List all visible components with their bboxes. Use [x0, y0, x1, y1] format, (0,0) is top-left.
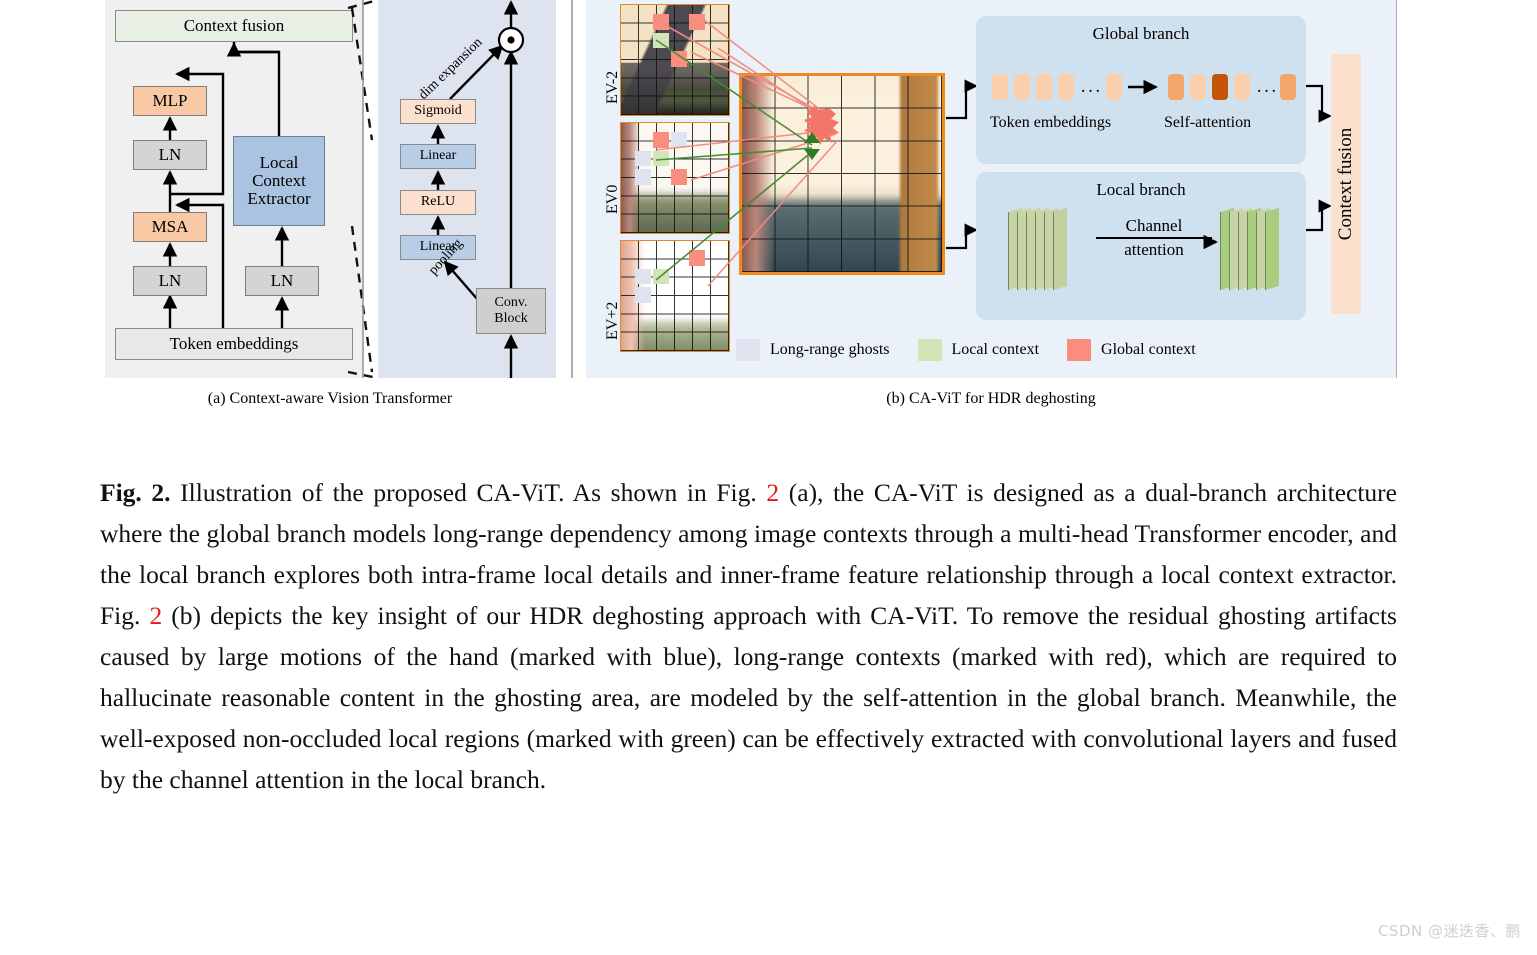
token-embedding-5: [1106, 74, 1122, 100]
block-sigmoid: Sigmoid: [400, 99, 476, 124]
ev0-local-cell: [653, 150, 670, 167]
ev0-ghost-cell-2: [671, 132, 688, 149]
reference-image-gridlines: [742, 76, 942, 272]
panel-c-cavit-hdr-deghosting: EV-2 EV0 EV+2 Global branch ··· ··· Toke…: [586, 0, 1396, 378]
self-attention-ellipsis: ···: [1256, 81, 1278, 102]
token-embedding-2: [1014, 74, 1030, 100]
channel-attention-label: Channel attention: [1096, 216, 1212, 259]
feature-stack-input: [1008, 207, 1070, 291]
block-linear-top: Linear: [400, 144, 476, 169]
token-embedding-3: [1036, 74, 1052, 100]
ev-plus2-local-cell: [653, 268, 670, 285]
caption-figure-ref: 2: [766, 478, 780, 507]
ev-plus2-ghost-cell-2: [635, 286, 652, 303]
token-embedding-4: [1058, 74, 1074, 100]
figure-caption: Fig. 2. Illustration of the proposed CA-…: [100, 472, 1397, 800]
block-local-context-extractor: Local Context Extractor: [233, 136, 325, 226]
panel-a-context-aware-vit: Context fusion MLP LN MSA LN LN Local Co…: [105, 0, 363, 378]
ev0-ghost-cell-1: [635, 150, 652, 167]
ev0-grid: [620, 122, 730, 234]
caption-text-run-0: Illustration of the proposed CA-ViT. As …: [170, 478, 767, 507]
token-embedding-1: [992, 74, 1008, 100]
block-conv-block: Conv. Block: [476, 288, 546, 334]
edge-label-dim-expansion: dim expansion: [416, 35, 486, 103]
global-branch-self-attention-label: Self-attention: [1164, 114, 1252, 131]
global-branch-arrow: [1128, 79, 1158, 95]
self-attention-token-2: [1190, 74, 1206, 100]
legend-swatch-local-context: [917, 339, 942, 361]
self-attention-token-5: [1280, 74, 1296, 100]
channel-attention-line2: attention: [1124, 239, 1184, 259]
reference-image-grid: [739, 73, 945, 275]
ev-minus2-global-cell-3: [671, 50, 688, 67]
context-fusion-bar: Context fusion: [1331, 54, 1361, 314]
caption-lead: Fig. 2.: [100, 478, 171, 507]
local-branch-box: Local branch Channel attention: [976, 172, 1306, 320]
block-ln-bottom-right: LN: [245, 266, 319, 296]
ev-plus2-grid: [620, 240, 730, 352]
block-ln-bottom-left: LN: [133, 266, 207, 296]
global-branch-title: Global branch: [1092, 24, 1190, 43]
block-context-fusion: Context fusion: [115, 10, 353, 42]
ev-minus2-local-cell: [653, 32, 670, 49]
legend-label-long-range-ghosts: Long-range ghosts: [770, 341, 890, 358]
context-fusion-bar-label: Context fusion: [1335, 127, 1356, 241]
block-msa: MSA: [133, 212, 207, 242]
legend-label-global-context: Global context: [1101, 341, 1196, 358]
ev-minus2-global-cell-2: [689, 14, 706, 31]
ev0-global-cell-2: [671, 168, 688, 185]
self-attention-token-1: [1168, 74, 1184, 100]
csdn-watermark: CSDN @迷迭香、鹏: [1377, 922, 1521, 940]
ev-plus2-ghost-cell-1: [635, 268, 652, 285]
block-mlp: MLP: [133, 86, 207, 116]
panel-c-legend: Long-range ghosts Local context Global c…: [736, 338, 1336, 362]
caption-text-run-4: (b) depicts the key insight of our HDR d…: [100, 601, 1397, 794]
conv-block-line2: Block: [494, 311, 528, 326]
legend-swatch-global-context: [1067, 339, 1092, 361]
ev0-ghost-cell-3: [635, 168, 652, 185]
caption-body: Illustration of the proposed CA-ViT. As …: [100, 478, 1397, 794]
channel-attention-line1: Channel: [1125, 216, 1183, 235]
legend-label-local-context: Local context: [951, 341, 1040, 358]
lce-label-line1: Local: [259, 153, 299, 173]
lce-label-line3: Extractor: [247, 188, 311, 208]
block-ln-top: LN: [133, 140, 207, 170]
global-branch-box: Global branch ··· ··· Token embeddings S…: [976, 16, 1306, 164]
local-branch-title: Local branch: [1096, 180, 1186, 199]
ev-plus2-global-cell: [689, 250, 706, 267]
feature-stack-output: [1220, 207, 1282, 291]
caption-figure-ref: 2: [149, 601, 163, 630]
conv-block-line1: Conv.: [494, 295, 528, 311]
figure-2: Context fusion MLP LN MSA LN LN Local Co…: [0, 0, 1537, 430]
subcaption-b: (b) CA-ViT for HDR deghosting: [886, 390, 1096, 407]
token-embeddings-ellipsis: ···: [1080, 81, 1102, 102]
legend-swatch-long-range-ghosts: [736, 339, 760, 361]
self-attention-token-3: [1212, 74, 1228, 100]
ev-minus2-global-cell-1: [653, 14, 670, 31]
global-branch-token-embeddings-label: Token embeddings: [990, 114, 1112, 131]
subcaption-a: (a) Context-aware Vision Transformer: [207, 390, 453, 407]
panel-b-local-context-extractor-detail: Sigmoid Linear ReLU Linear Conv. Block d…: [378, 0, 556, 378]
block-token-embeddings: Token embeddings: [115, 328, 353, 360]
block-relu: ReLU: [400, 190, 476, 215]
ev0-global-cell-1: [653, 132, 670, 149]
self-attention-token-4: [1234, 74, 1250, 100]
ev-minus2-grid: [620, 4, 730, 116]
lce-label-line2: Context: [252, 171, 306, 191]
